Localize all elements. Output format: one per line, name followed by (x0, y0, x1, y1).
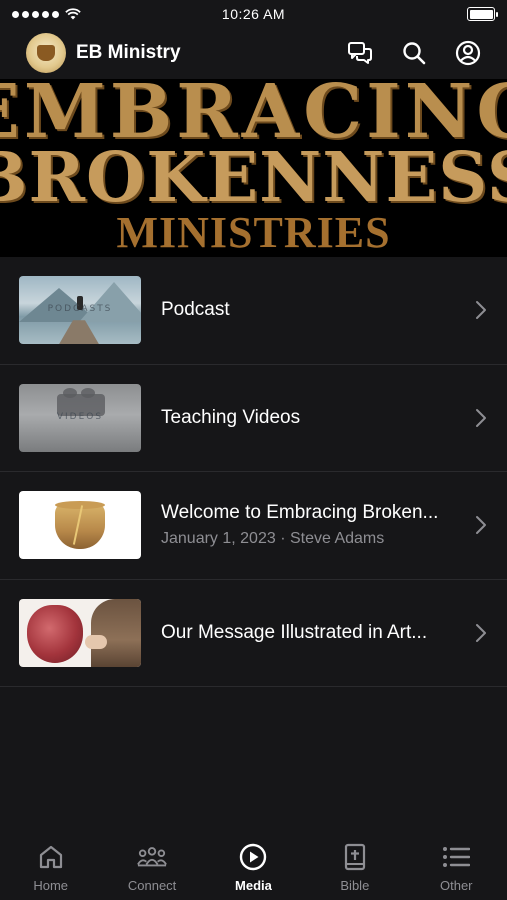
podcast-thumbnail: PODCASTS (19, 276, 141, 345)
teaching-videos-thumbnail: VIDEOS (19, 383, 141, 452)
signal-icon (12, 10, 59, 18)
list-item-podcast[interactable]: PODCASTS Podcast (0, 257, 507, 365)
tab-label: Home (33, 878, 69, 893)
banner-line-ministries: MINISTRIES (116, 208, 391, 257)
header-actions (347, 40, 481, 66)
group-icon (137, 842, 167, 872)
banner-line-brokenness: BROKENNESS (0, 138, 507, 218)
play-circle-icon (238, 842, 268, 872)
ministry-banner: EMBRACING BROKENNESS MINISTRIES (0, 79, 507, 257)
bible-icon (340, 842, 370, 872)
status-left (12, 8, 81, 20)
broken-bowl-thumbnail (19, 491, 141, 560)
banner-line-embracing: EMBRACING (0, 79, 507, 155)
status-bar: 10:26 AM (0, 0, 507, 28)
chevron-right-icon (474, 298, 488, 322)
tab-label: Bible (340, 878, 370, 893)
list-item-text: Our Message Illustrated in Art... (161, 622, 462, 644)
list-item-welcome[interactable]: Welcome to Embracing Broken... January 1… (0, 472, 507, 580)
account-icon[interactable] (455, 40, 481, 66)
list-item-title: Podcast (161, 299, 230, 321)
tab-bar: Home Connect Media Bible Other (0, 838, 507, 900)
search-icon[interactable] (401, 40, 427, 66)
tab-bible[interactable]: Bible (304, 842, 405, 893)
chevron-right-icon (474, 406, 488, 430)
tab-media[interactable]: Media (203, 842, 304, 893)
list-item-subtitle: January 1, 2023 · Steve Adams (161, 530, 385, 548)
list-item-text: Teaching Videos (161, 407, 462, 429)
tab-home[interactable]: Home (0, 842, 101, 893)
ministry-logo[interactable] (26, 33, 66, 73)
list-item-title: Teaching Videos (161, 406, 301, 428)
heart-art-thumbnail (19, 598, 141, 667)
list-item-title: Our Message Illustrated in Art... (161, 621, 428, 643)
list-item-message-art[interactable]: Our Message Illustrated in Art... (0, 580, 507, 687)
tab-connect[interactable]: Connect (102, 842, 203, 893)
app-title: EB Ministry (76, 42, 181, 63)
chat-icon[interactable] (347, 40, 373, 66)
status-time: 10:26 AM (221, 6, 286, 22)
home-icon (36, 842, 66, 872)
tab-label: Connect (127, 878, 177, 893)
list-item-text: Welcome to Embracing Broken... January 1… (161, 502, 462, 548)
media-list: PODCASTS Podcast VIDEOS Teaching Videos (0, 257, 507, 687)
chevron-right-icon (474, 621, 488, 645)
tab-label: Other (439, 878, 473, 893)
tab-other[interactable]: Other (406, 842, 507, 893)
screen: 10:26 AM EB Ministry MBRACIN ROKENNES MI… (0, 0, 507, 900)
battery-icon (467, 7, 498, 21)
videos-thumbnail-label: VIDEOS (56, 411, 104, 422)
bowl-logo-icon (37, 45, 55, 61)
list-item-text: Podcast (161, 299, 462, 321)
list-icon (441, 842, 471, 872)
tab-label: Media (235, 878, 272, 893)
list-item-title: Welcome to Embracing Broken... (161, 502, 439, 524)
podcast-thumbnail-label: PODCASTS (47, 304, 113, 315)
list-item-teaching-videos[interactable]: VIDEOS Teaching Videos (0, 365, 507, 472)
chevron-right-icon (474, 513, 488, 537)
wifi-icon (65, 8, 81, 20)
app-header: EB Ministry (0, 28, 507, 78)
